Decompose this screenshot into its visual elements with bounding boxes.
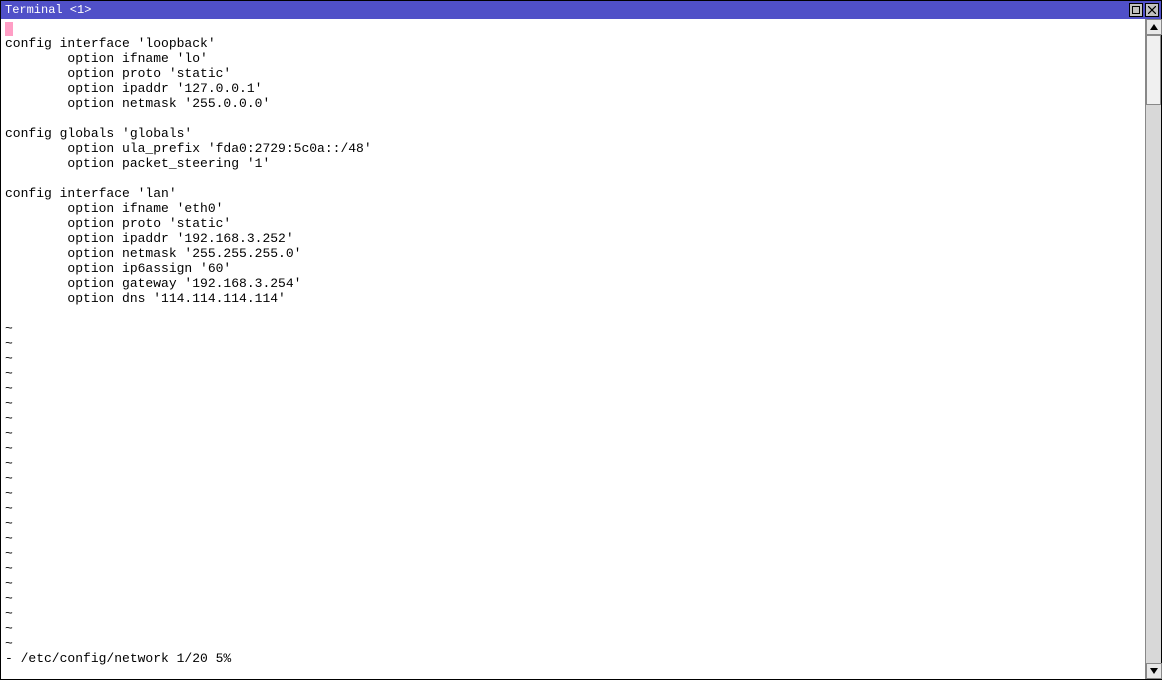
scroll-thumb[interactable] bbox=[1146, 35, 1161, 105]
empty-line-tilde: ~ bbox=[5, 636, 13, 651]
window-controls bbox=[1129, 3, 1159, 17]
empty-line-tilde: ~ bbox=[5, 621, 13, 636]
empty-line-tilde: ~ bbox=[5, 531, 13, 546]
file-line: option ipaddr '127.0.0.1' bbox=[5, 81, 262, 96]
empty-line-tilde: ~ bbox=[5, 456, 13, 471]
status-line: - /etc/config/network 1/20 5% bbox=[5, 651, 231, 666]
close-button[interactable] bbox=[1145, 3, 1159, 17]
arrow-up-icon bbox=[1150, 24, 1158, 30]
empty-line-tilde: ~ bbox=[5, 546, 13, 561]
file-line: option ifname 'eth0' bbox=[5, 201, 223, 216]
empty-line-tilde: ~ bbox=[5, 486, 13, 501]
file-line: config interface 'loopback' bbox=[5, 36, 216, 51]
empty-line-tilde: ~ bbox=[5, 336, 13, 351]
empty-line-tilde: ~ bbox=[5, 591, 13, 606]
empty-line-tilde: ~ bbox=[5, 561, 13, 576]
maximize-button[interactable] bbox=[1129, 3, 1143, 17]
scroll-down-button[interactable] bbox=[1146, 663, 1162, 679]
empty-line-tilde: ~ bbox=[5, 351, 13, 366]
file-line: option ip6assign '60' bbox=[5, 261, 231, 276]
cursor bbox=[5, 22, 13, 36]
arrow-down-icon bbox=[1150, 668, 1158, 674]
file-line: option ula_prefix 'fda0:2729:5c0a::/48' bbox=[5, 141, 372, 156]
file-line: option ipaddr '192.168.3.252' bbox=[5, 231, 294, 246]
file-line: option ifname 'lo' bbox=[5, 51, 208, 66]
empty-line-tilde: ~ bbox=[5, 321, 13, 336]
empty-line-tilde: ~ bbox=[5, 501, 13, 516]
close-icon bbox=[1148, 6, 1156, 14]
file-line: option netmask '255.0.0.0' bbox=[5, 96, 270, 111]
file-line: option proto 'static' bbox=[5, 66, 231, 81]
file-line: config globals 'globals' bbox=[5, 126, 192, 141]
empty-line-tilde: ~ bbox=[5, 441, 13, 456]
file-line: option proto 'static' bbox=[5, 216, 231, 231]
empty-line-tilde: ~ bbox=[5, 381, 13, 396]
file-line: config interface 'lan' bbox=[5, 186, 177, 201]
scroll-track[interactable] bbox=[1146, 35, 1161, 663]
maximize-icon bbox=[1132, 6, 1140, 14]
window-title: Terminal <1> bbox=[3, 3, 91, 17]
terminal-body: config interface 'loopback' option ifnam… bbox=[1, 19, 1161, 679]
file-line: option netmask '255.255.255.0' bbox=[5, 246, 301, 261]
window-titlebar: Terminal <1> bbox=[1, 1, 1161, 19]
scroll-up-button[interactable] bbox=[1146, 19, 1162, 35]
empty-line-tilde: ~ bbox=[5, 516, 13, 531]
vertical-scrollbar[interactable] bbox=[1145, 19, 1161, 679]
file-line: option dns '114.114.114.114' bbox=[5, 291, 286, 306]
empty-line-tilde: ~ bbox=[5, 471, 13, 486]
file-line: option packet_steering '1' bbox=[5, 156, 270, 171]
terminal-content[interactable]: config interface 'loopback' option ifnam… bbox=[1, 19, 1145, 679]
file-line: option gateway '192.168.3.254' bbox=[5, 276, 301, 291]
empty-line-tilde: ~ bbox=[5, 606, 13, 621]
empty-line-tilde: ~ bbox=[5, 396, 13, 411]
empty-line-tilde: ~ bbox=[5, 366, 13, 381]
empty-line-tilde: ~ bbox=[5, 411, 13, 426]
empty-line-tilde: ~ bbox=[5, 426, 13, 441]
empty-line-tilde: ~ bbox=[5, 576, 13, 591]
